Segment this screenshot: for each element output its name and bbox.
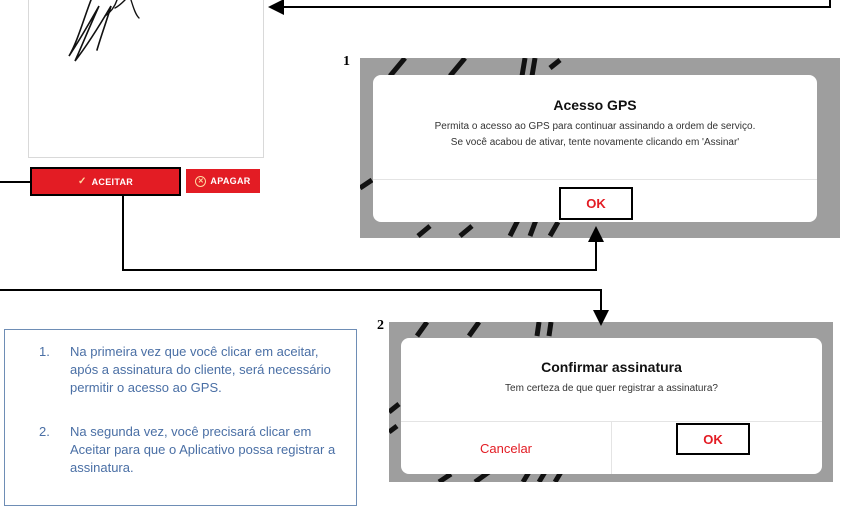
list-item-text: Na segunda vez, você precisará clicar em… bbox=[70, 424, 336, 475]
instructions-box: 1. Na primeira vez que você clicar em ac… bbox=[4, 329, 357, 506]
list-item: 2. Na segunda vez, você precisará clicar… bbox=[39, 423, 339, 477]
list-item-number: 1. bbox=[39, 344, 50, 359]
list-item: 1. Na primeira vez que você clicar em ac… bbox=[39, 343, 339, 397]
list-item-number: 2. bbox=[39, 424, 50, 439]
list-item-text: Na primeira vez que você clicar em aceit… bbox=[70, 344, 331, 395]
